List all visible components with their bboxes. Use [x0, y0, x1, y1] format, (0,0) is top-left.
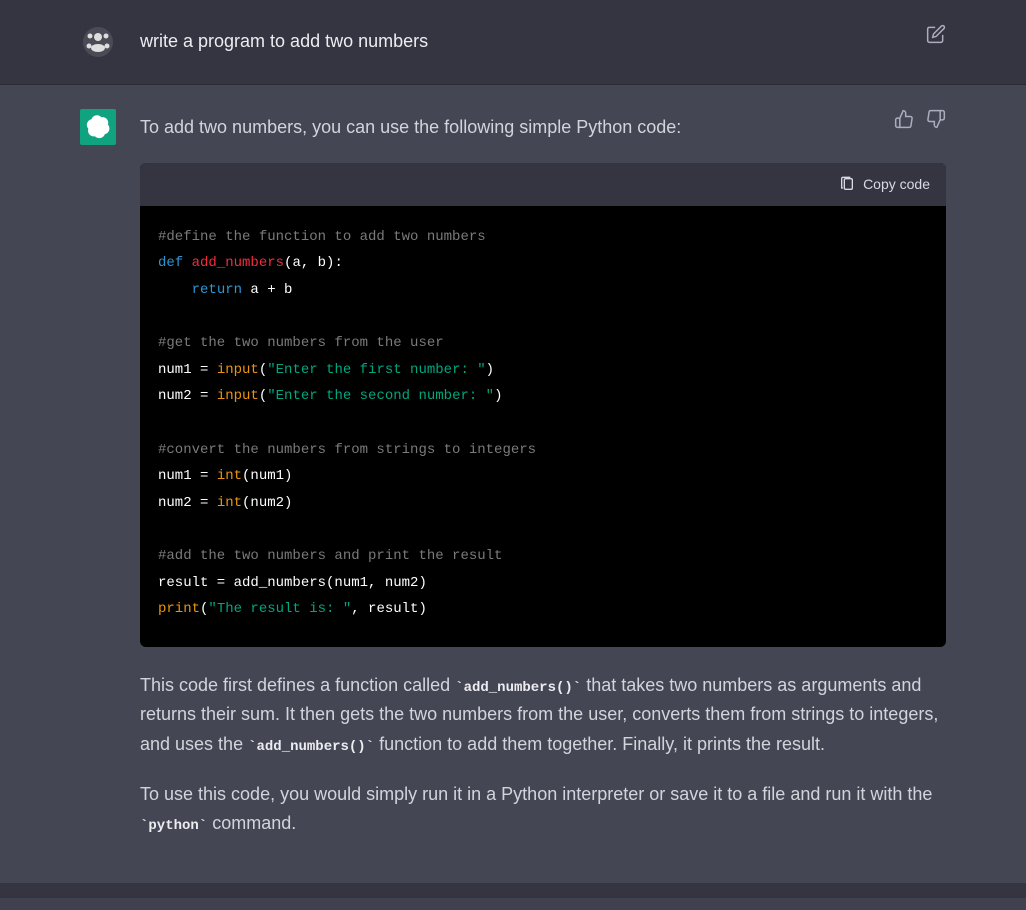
code-header: Copy code	[140, 163, 946, 206]
assistant-avatar	[80, 109, 116, 145]
copy-code-button[interactable]: Copy code	[839, 173, 930, 196]
user-message-row: write a program to add two numbers	[0, 0, 1026, 85]
code-body[interactable]: #define the function to add two numbers …	[140, 206, 946, 647]
inline-code: `python`	[140, 818, 207, 834]
user-content: write a program to add two numbers	[140, 24, 946, 60]
edit-icon[interactable]	[926, 24, 946, 44]
user-prompt-text: write a program to add two numbers	[140, 28, 946, 55]
code-block: Copy code #define the function to add tw…	[140, 163, 946, 647]
inline-code: `add_numbers()`	[248, 739, 374, 755]
clipboard-icon	[839, 176, 855, 192]
input-bar-edge	[0, 898, 1026, 910]
thumbs-down-icon[interactable]	[926, 109, 946, 129]
assistant-paragraph-2: To use this code, you would simply run i…	[140, 780, 946, 839]
copy-code-label: Copy code	[863, 173, 930, 196]
inline-code: `add_numbers()`	[455, 680, 581, 696]
thumbs-up-icon[interactable]	[894, 109, 914, 129]
user-avatar	[80, 24, 116, 60]
assistant-content: To add two numbers, you can use the foll…	[140, 109, 946, 859]
user-actions	[926, 24, 946, 44]
assistant-intro-text: To add two numbers, you can use the foll…	[140, 113, 946, 143]
assistant-paragraph-1: This code first defines a function calle…	[140, 671, 946, 760]
assistant-message-row: To add two numbers, you can use the foll…	[0, 85, 1026, 883]
assistant-actions	[894, 109, 946, 129]
